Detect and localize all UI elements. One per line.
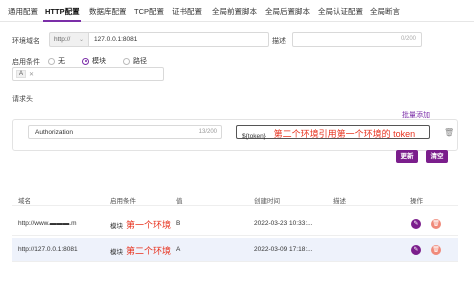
header-annotation: 第二个环境引用第一个环境的 token	[273, 129, 416, 139]
chevron-down-icon: ⌄	[78, 37, 84, 43]
protocol-select[interactable]: http:// ⌄	[49, 32, 89, 47]
host-input[interactable]: 127.0.0.1:8081	[89, 32, 269, 47]
update-button[interactable]: 更新	[396, 150, 418, 163]
tab-database[interactable]: 数据库配置	[89, 6, 127, 17]
tab-certificate[interactable]: 证书配置	[172, 6, 202, 17]
header-key-input[interactable]: Authorization 13/200	[28, 125, 222, 139]
header-key-value: Authorization	[35, 129, 73, 136]
header-value-text: ${token}	[242, 133, 266, 140]
row-domain: http://www.▬▬▬.m	[18, 220, 77, 227]
protocol-value: http://	[54, 36, 71, 43]
delete-header-icon[interactable]: 🗑	[444, 128, 454, 137]
row-condition: 模块	[110, 223, 123, 230]
row-condition-cell: 模块 第一个环境	[110, 218, 171, 231]
radio-module-label: 模块	[92, 58, 106, 65]
description-label: 描述	[272, 38, 286, 45]
row-value: A	[176, 246, 181, 253]
row-annotation: 第二个环境	[126, 246, 172, 256]
row-annotation: 第一个环境	[126, 220, 172, 230]
delete-icon[interactable]: 🗑	[431, 245, 441, 255]
tab-global-auth[interactable]: 全局认证配置	[318, 6, 363, 17]
row-created: 2022-03-09 17:18:...	[254, 246, 313, 253]
table-header	[12, 188, 458, 206]
row-value: B	[176, 220, 181, 227]
request-headers-label: 请求头	[12, 96, 33, 103]
column-domain: 域名	[18, 198, 31, 205]
column-value: 值	[176, 198, 183, 205]
enable-condition-label: 启用条件	[12, 59, 40, 66]
header-value-input[interactable]: ${token} 第二个环境引用第一个环境的 token	[236, 125, 430, 140]
tab-http[interactable]: HTTP配置	[45, 6, 80, 17]
table-row[interactable]: http://127.0.0.1:8081 模块 第二个环境 A 2022-03-…	[12, 238, 458, 262]
environment-tag: A	[16, 70, 27, 78]
row-condition: 模块	[110, 249, 123, 256]
column-description: 描述	[333, 198, 346, 205]
clear-button[interactable]: 清空	[426, 150, 448, 163]
radio-path[interactable]: 路径	[123, 56, 147, 66]
column-actions: 操作	[410, 198, 423, 205]
tab-tcp[interactable]: TCP配置	[134, 6, 164, 17]
tab-global-assertion[interactable]: 全局断言	[370, 6, 400, 17]
radio-none[interactable]: 无	[48, 56, 65, 66]
config-tabs: 通用配置 HTTP配置 数据库配置 TCP配置 证书配置 全局前置脚本 全局后置…	[0, 0, 474, 22]
radio-dot-selected	[82, 57, 89, 65]
description-count: 0/200	[400, 36, 416, 42]
radio-path-label: 路径	[133, 58, 147, 65]
row-created: 2022-03-23 10:33:...	[254, 220, 313, 227]
tab-global-post-script[interactable]: 全局后置脚本	[265, 6, 310, 17]
column-condition: 启用条件	[110, 198, 136, 205]
radio-dot	[48, 57, 55, 65]
close-icon[interactable]: ✕	[29, 71, 34, 78]
edit-icon[interactable]: ✎	[411, 245, 421, 255]
edit-icon[interactable]: ✎	[411, 219, 421, 229]
radio-none-label: 无	[58, 58, 65, 65]
tab-global-pre-script[interactable]: 全局前置脚本	[212, 6, 257, 17]
row-condition-cell: 模块 第二个环境	[110, 244, 171, 257]
env-domain-label: 环境域名	[12, 38, 40, 45]
delete-icon[interactable]: 🗑	[431, 219, 441, 229]
column-created: 创建时间	[254, 198, 280, 205]
table-row[interactable]: http://www.▬▬▬.m 模块 第一个环境 B 2022-03-23 10…	[12, 212, 458, 236]
row-domain: http://127.0.0.1:8081	[18, 246, 78, 253]
radio-dot	[123, 57, 130, 65]
environment-multiselect[interactable]: A ✕	[12, 67, 164, 81]
description-input[interactable]: 0/200	[292, 32, 422, 47]
radio-module[interactable]: 模块	[82, 56, 106, 66]
header-key-count: 13/200	[198, 129, 217, 135]
tab-general[interactable]: 通用配置	[8, 6, 38, 17]
active-tab-indicator	[43, 20, 81, 22]
